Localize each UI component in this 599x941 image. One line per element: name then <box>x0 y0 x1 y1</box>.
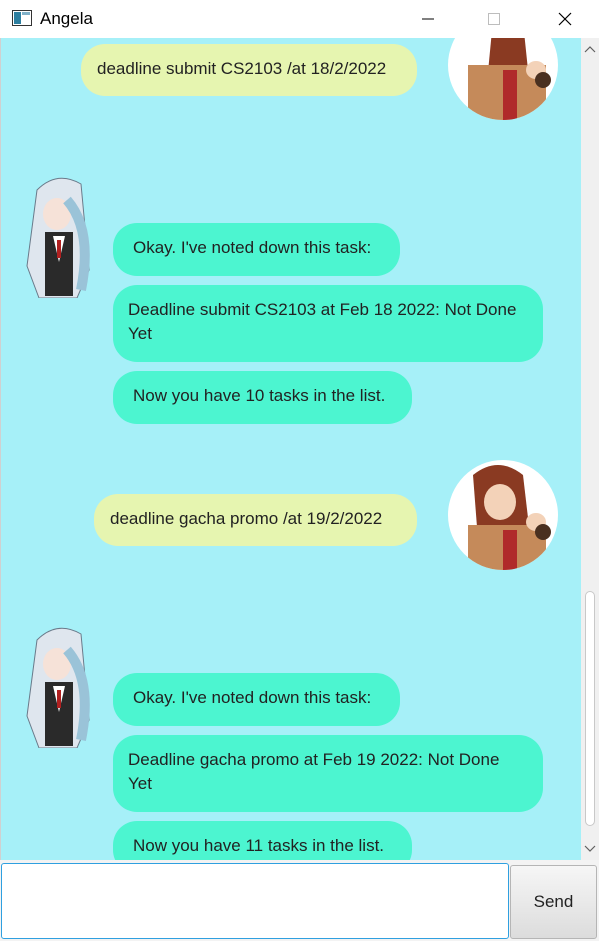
user-message-text: deadline submit CS2103 /at 18/2/2022 <box>97 59 387 78</box>
bot-message-text: Okay. I've noted down this task: <box>133 688 372 707</box>
bot-message-text: Now you have 10 tasks in the list. <box>133 386 386 405</box>
bot-message-bubble: Okay. I've noted down this task: <box>113 223 400 276</box>
scrollbar-thumb[interactable] <box>585 591 595 826</box>
user-message-bubble: deadline submit CS2103 /at 18/2/2022 <box>81 44 417 96</box>
bot-avatar <box>19 620 99 749</box>
bot-message-bubble: Deadline submit CS2103 at Feb 18 2022: N… <box>113 285 543 362</box>
bot-message-bubble: Now you have 10 tasks in the list. <box>113 371 412 424</box>
scroll-down-arrow-icon[interactable] <box>584 844 596 854</box>
bot-message-bubble: Okay. I've noted down this task: <box>113 673 400 726</box>
bot-message-text: Now you have 11 tasks in the list. <box>133 836 385 855</box>
dialog-scroll-pane[interactable]: deadline submit CS2103 /at 18/2/2022 Oka… <box>0 38 599 860</box>
scroll-up-arrow-icon[interactable] <box>584 44 596 54</box>
close-button[interactable] <box>542 0 588 38</box>
input-bar: Send <box>0 860 599 941</box>
send-button[interactable]: Send <box>510 865 597 939</box>
title-bar: Angela <box>0 0 599 38</box>
maximize-icon <box>488 13 500 25</box>
vertical-scrollbar[interactable] <box>581 38 599 860</box>
bot-message-text: Deadline gacha promo at Feb 19 2022: Not… <box>128 750 500 793</box>
user-message-text: deadline gacha promo /at 19/2/2022 <box>110 509 383 528</box>
bot-message-bubble: Now you have 11 tasks in the list. <box>113 821 412 860</box>
user-message-bubble: deadline gacha promo /at 19/2/2022 <box>94 494 417 546</box>
user-avatar <box>448 460 558 570</box>
bot-message-bubble: Deadline gacha promo at Feb 19 2022: Not… <box>113 735 543 812</box>
window-title: Angela <box>40 9 93 28</box>
user-input-field[interactable] <box>1 863 509 939</box>
minimize-icon <box>422 18 434 20</box>
user-avatar <box>448 38 558 120</box>
bot-avatar <box>19 170 99 299</box>
bot-message-text: Okay. I've noted down this task: <box>133 238 372 257</box>
minimize-button[interactable] <box>405 0 451 38</box>
close-icon <box>558 12 572 26</box>
maximize-button[interactable] <box>471 0 517 38</box>
app-window-icon <box>12 10 32 26</box>
bot-message-text: Deadline submit CS2103 at Feb 18 2022: N… <box>128 300 517 343</box>
